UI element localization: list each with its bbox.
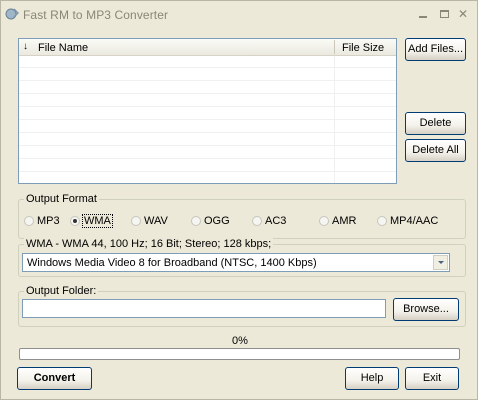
- delete-button[interactable]: Delete: [405, 112, 466, 135]
- close-icon: ✕: [457, 7, 469, 21]
- profile-dropdown[interactable]: Windows Media Video 8 for Broadband (NTS…: [22, 253, 450, 272]
- radio-label-ogg: OGG: [204, 215, 230, 227]
- browse-button[interactable]: Browse...: [393, 298, 459, 321]
- column-header-file-size[interactable]: File Size: [342, 42, 384, 54]
- list-row: [19, 95, 396, 107]
- radio-label-mp4-aac: MP4/AAC: [390, 215, 439, 227]
- sort-arrow-icon: ↓: [23, 41, 28, 52]
- file-list-header: ↓ File Name File Size: [19, 39, 396, 56]
- format-settings-label: WMA - WMA 44, 100 Hz; 16 Bit; Stereo; 12…: [24, 238, 274, 250]
- output-folder-label: Output Folder:: [24, 285, 99, 297]
- app-icon: [5, 7, 19, 21]
- file-list[interactable]: ↓ File Name File Size: [18, 38, 397, 184]
- delete-all-button[interactable]: Delete All: [405, 139, 466, 162]
- radio-button-icon: [252, 216, 262, 226]
- radio-label-amr: AMR: [332, 215, 357, 227]
- radio-button-icon: [191, 216, 201, 226]
- list-row: [19, 134, 396, 146]
- list-row: [19, 69, 396, 81]
- add-files-button[interactable]: Add Files...: [405, 38, 466, 61]
- radio-button-icon: [131, 216, 141, 226]
- list-row: [19, 121, 396, 133]
- output-folder-input[interactable]: [22, 299, 386, 318]
- radio-button-icon: [24, 216, 34, 226]
- app-window: Fast RM to MP3 Converter ✕ ↓ File Name F…: [0, 0, 478, 400]
- chevron-down-icon[interactable]: [433, 255, 448, 270]
- list-row: [19, 56, 396, 68]
- progress-bar: [19, 348, 460, 360]
- list-row: [19, 147, 396, 159]
- help-button[interactable]: Help: [345, 367, 399, 390]
- column-header-file-name[interactable]: File Name: [38, 42, 88, 54]
- minimize-button[interactable]: [417, 8, 429, 20]
- progress-percent: 0%: [232, 335, 248, 347]
- close-button[interactable]: ✕: [457, 8, 469, 20]
- list-row: [19, 160, 396, 172]
- radio-button-icon: [319, 216, 329, 226]
- radio-label-wav: WAV: [144, 215, 168, 227]
- radio-label-ac3: AC3: [265, 215, 287, 227]
- output-format-label: Output Format: [24, 193, 99, 205]
- list-row: [19, 108, 396, 120]
- convert-button[interactable]: Convert: [17, 367, 92, 390]
- list-row: [19, 82, 396, 94]
- minimize-icon: [419, 16, 427, 18]
- window-title: Fast RM to MP3 Converter: [23, 8, 169, 22]
- exit-button[interactable]: Exit: [405, 367, 459, 390]
- radio-button-icon: [70, 216, 80, 226]
- radio-label-wma: WMA: [82, 214, 113, 228]
- maximize-icon: [439, 10, 449, 18]
- radio-button-icon: [377, 216, 387, 226]
- profile-dropdown-value: Windows Media Video 8 for Broadband (NTS…: [27, 257, 317, 269]
- column-divider[interactable]: [334, 40, 335, 54]
- radio-label-mp3: MP3: [37, 215, 60, 227]
- maximize-button[interactable]: [438, 8, 450, 20]
- title-bar[interactable]: Fast RM to MP3 Converter ✕: [1, 1, 477, 29]
